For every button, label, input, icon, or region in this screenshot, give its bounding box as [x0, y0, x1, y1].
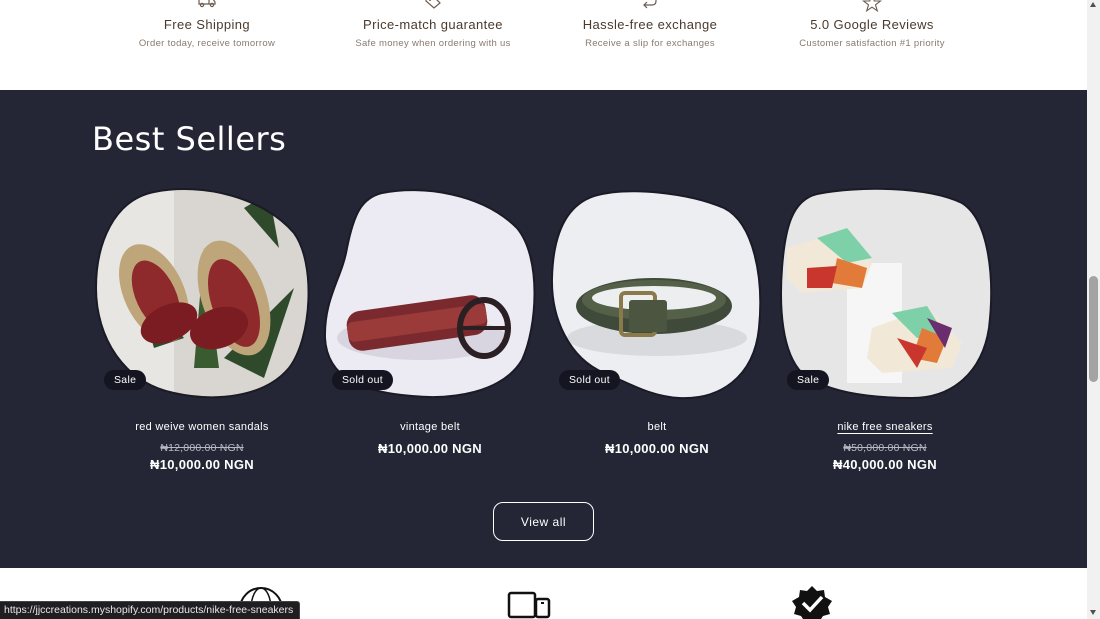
product-image[interactable]: Sale — [94, 188, 310, 402]
feature-subtitle: Receive a slip for exchanges — [585, 38, 715, 49]
section-heading: Best Sellers — [92, 120, 287, 158]
product-image[interactable]: Sold out — [549, 188, 765, 402]
tag-icon — [425, 0, 441, 9]
feature-title: Price-match guarantee — [363, 17, 503, 32]
product-name[interactable]: nike free sneakers — [777, 421, 993, 433]
view-all-button[interactable]: View all — [493, 502, 594, 541]
product-card-nike-sneakers[interactable]: Sale nike free sneakers ₦50,000.00 NGN ₦… — [777, 188, 993, 472]
product-name[interactable]: red weive women sandals — [94, 421, 310, 433]
feature-hassle-free-exchange: Hassle-free exchange Receive a slip for … — [540, 0, 760, 49]
scroll-thumb[interactable] — [1089, 276, 1098, 382]
scroll-up-arrow-icon[interactable] — [1090, 2, 1096, 7]
truck-icon — [198, 0, 216, 8]
link-status-bar: https://jjccreations.myshopify.com/produ… — [0, 601, 301, 619]
feature-google-reviews: 5.0 Google Reviews Customer satisfaction… — [762, 0, 982, 49]
vertical-scrollbar[interactable] — [1087, 0, 1100, 619]
product-price: ₦10,000.00 NGN — [378, 441, 482, 456]
feature-subtitle: Safe money when ordering with us — [355, 38, 511, 49]
verified-badge-icon — [792, 586, 832, 619]
product-image[interactable]: Sale — [777, 188, 993, 402]
sale-badge: Sale — [104, 370, 147, 390]
product-card-belt[interactable]: Sold out belt ₦10,000.00 NGN — [549, 188, 765, 456]
features-strip: Free Shipping Order today, receive tomor… — [0, 0, 1087, 90]
product-old-price: ₦12,000.00 NGN — [160, 442, 244, 454]
product-card-vintage-belt[interactable]: Sold out vintage belt ₦10,000.00 NGN — [322, 188, 538, 456]
feature-title: 5.0 Google Reviews — [810, 17, 934, 32]
feature-subtitle: Order today, receive tomorrow — [138, 38, 276, 49]
product-name[interactable]: belt — [549, 421, 765, 433]
product-old-price: ₦50,000.00 NGN — [843, 442, 927, 454]
product-price: ₦10,000.00 NGN — [150, 457, 254, 472]
devices-icon — [507, 591, 551, 619]
scroll-down-arrow-icon[interactable] — [1090, 610, 1096, 615]
return-arrow-icon — [643, 0, 657, 9]
star-icon — [862, 0, 882, 12]
sold-out-badge: Sold out — [332, 370, 393, 390]
sale-badge: Sale — [787, 370, 830, 390]
feature-subtitle: Customer satisfaction #1 priority — [799, 38, 945, 49]
feature-free-shipping: Free Shipping Order today, receive tomor… — [97, 0, 317, 49]
sold-out-badge: Sold out — [559, 370, 620, 390]
product-name[interactable]: vintage belt — [322, 421, 538, 433]
best-sellers-section: Best Sellers Sale red weive women sandal… — [0, 90, 1087, 568]
feature-title: Free Shipping — [163, 17, 251, 32]
feature-title: Hassle-free exchange — [582, 17, 718, 32]
product-price: ₦10,000.00 NGN — [605, 441, 709, 456]
feature-price-match: Price-match guarantee Safe money when or… — [323, 0, 543, 49]
product-card-sandals[interactable]: Sale red weive women sandals ₦12,000.00 … — [94, 188, 310, 472]
product-price: ₦40,000.00 NGN — [833, 457, 937, 472]
product-image[interactable]: Sold out — [322, 188, 538, 402]
